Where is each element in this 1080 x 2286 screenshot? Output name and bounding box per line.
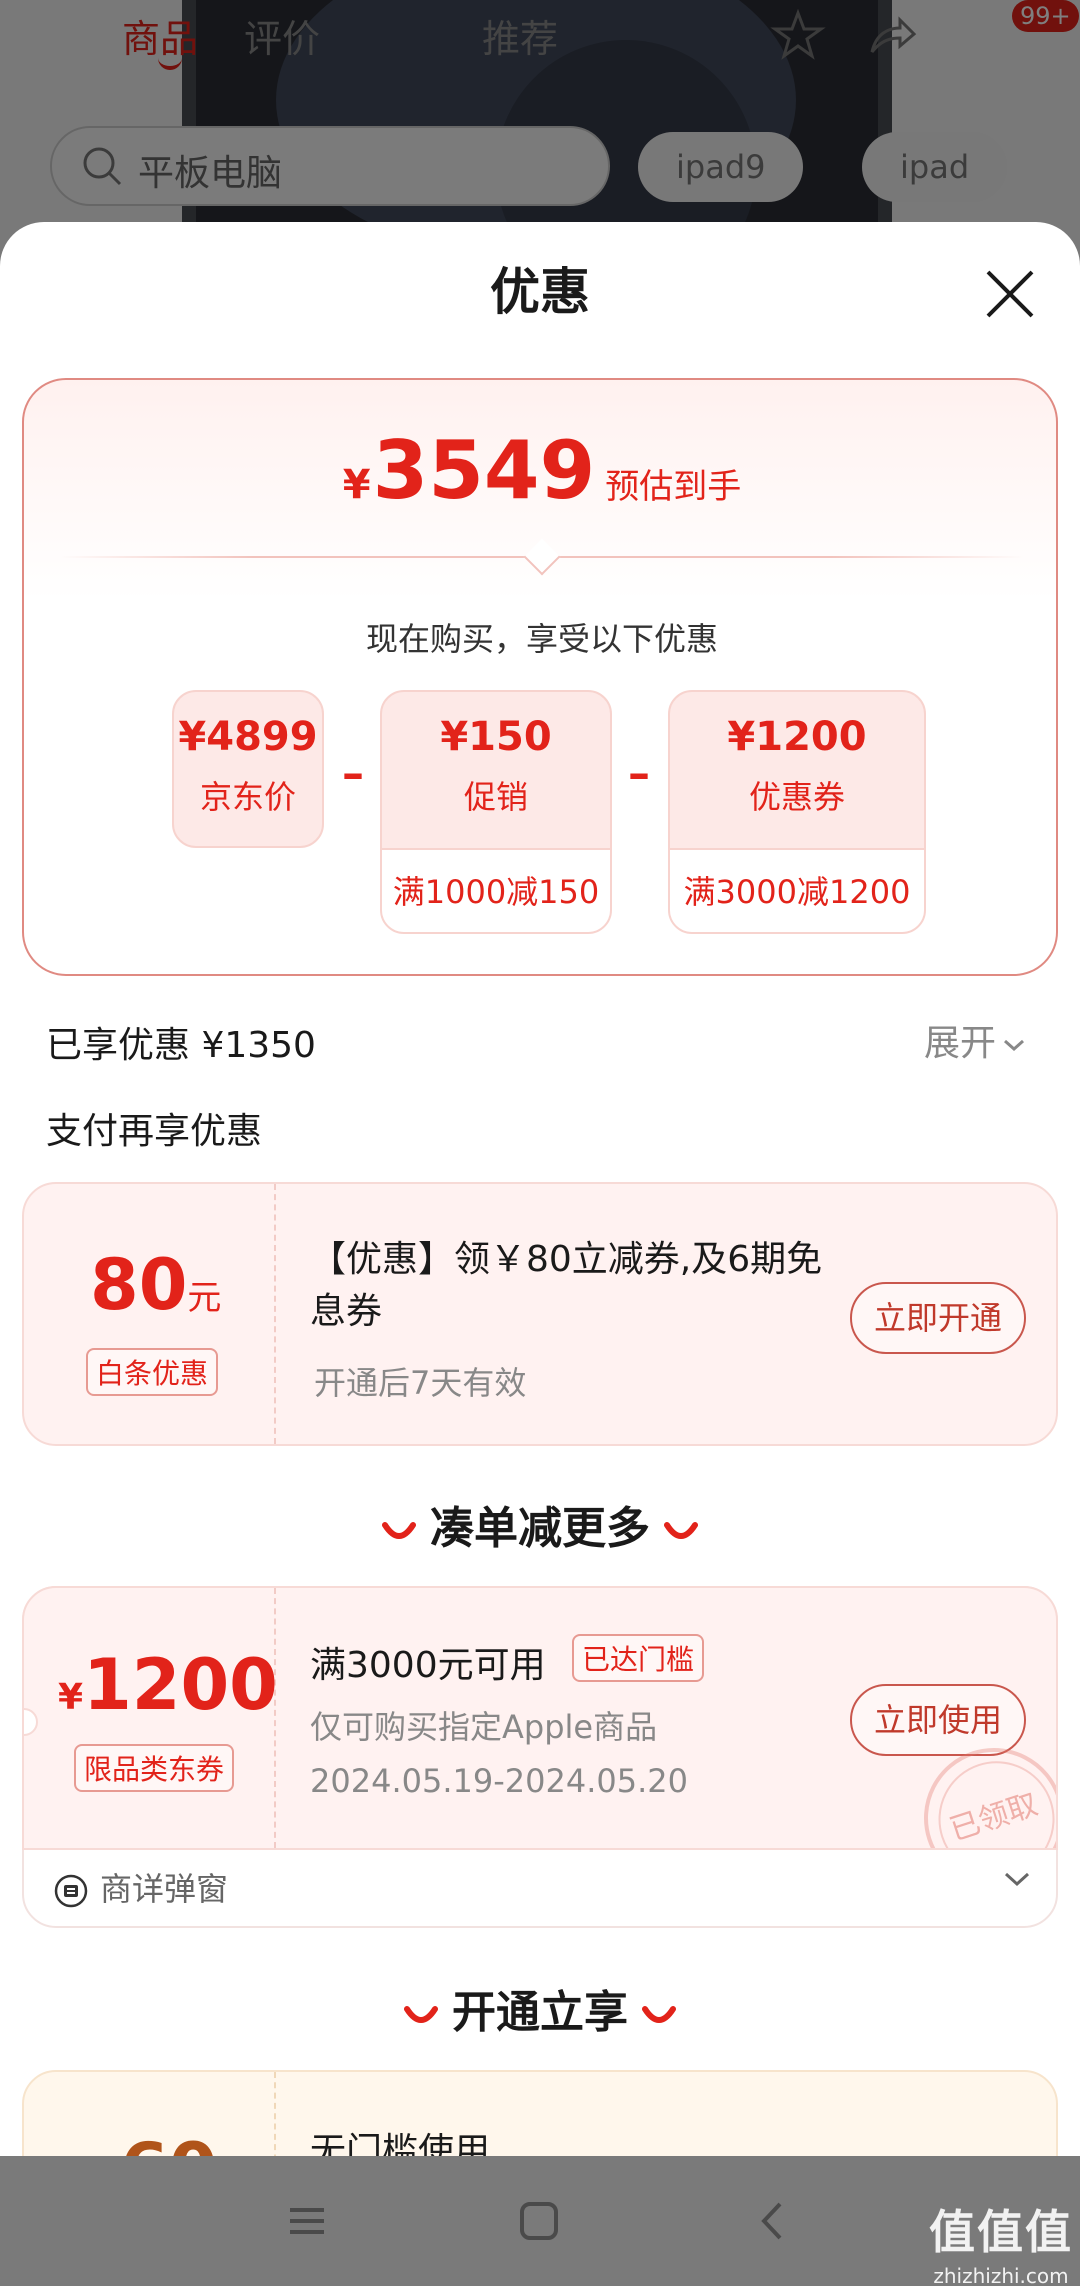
coupon-box: ¥1200 优惠券 满3000减1200	[668, 690, 926, 934]
activate-button[interactable]: 立即开通	[850, 1282, 1026, 1354]
watermark-url: zhizhizhi.com	[933, 2264, 1069, 2286]
section-header-open: 开通立享	[0, 1976, 1080, 2040]
smile-decoration-icon	[404, 2006, 438, 2023]
membership-coupon-card: 60 无门槛使用	[22, 2070, 1058, 2157]
coupon-value: ¥1200	[727, 714, 867, 760]
promotion-value: ¥150	[440, 714, 552, 760]
saved-amount: 已享优惠 ¥1350	[46, 1025, 316, 1066]
baitiao-amount-value: 80	[90, 1244, 188, 1326]
coupon-condition: 满3000减1200	[670, 848, 924, 932]
threshold-reached-badge: 已达门槛	[572, 1634, 705, 1682]
expand-label: 展开	[924, 1023, 997, 1064]
jd-price-box: ¥4899 京东价	[172, 690, 324, 848]
sheet-title: 优惠	[490, 263, 590, 321]
promotion-box: ¥150 促销 满1000减150	[380, 690, 612, 934]
expand-button[interactable]: 展开	[924, 1014, 1026, 1066]
section-title-more: 凑单减更多	[430, 1503, 650, 1554]
chevron-down-icon	[1004, 1039, 1025, 1052]
baitiao-amount: 80元	[90, 1244, 221, 1326]
price-summary-card: ¥3549 预估到手 现在购买，享受以下优惠 ¥4899 京东价 – ¥150 促…	[22, 378, 1058, 976]
jd-coupon-dates: 2024.05.19-2024.05.20	[310, 1762, 688, 1800]
coupon-source-icon	[54, 1874, 88, 1908]
minus-sign: –	[342, 748, 364, 799]
estimated-price-label: 预估到手	[605, 467, 742, 507]
promotion-label: 促销	[463, 778, 528, 816]
promotion-condition: 满1000减150	[382, 848, 610, 932]
membership-coupon-amount: 60	[120, 2128, 217, 2157]
close-icon[interactable]	[980, 264, 1040, 324]
menu-icon[interactable]	[282, 2196, 332, 2246]
baitiao-amount-unit: 元	[187, 1278, 222, 1318]
smile-decoration-icon	[382, 1522, 416, 1539]
coupon-source-row: 商详弹窗	[54, 1864, 228, 1910]
payment-offers-title: 支付再享优惠	[46, 1111, 263, 1152]
coupon-label: 优惠券	[748, 778, 845, 816]
jd-coupon-wrapper: ¥1200 限品类东券 满3000元可用 已达门槛 仅可购买指定Apple商品 …	[22, 1586, 1058, 1928]
jd-coupon-card: ¥1200 限品类东券 满3000元可用 已达门槛 仅可购买指定Apple商品 …	[22, 1586, 1058, 1850]
membership-coupon-title: 无门槛使用	[310, 2131, 491, 2157]
divider-notch	[523, 538, 561, 576]
jd-coupon-amount: ¥1200	[58, 1644, 278, 1726]
currency-symbol: ¥	[58, 1677, 84, 1718]
baitiao-coupon-card: 80元 白条优惠 【优惠】领￥80立减券,及6期免息券 开通后7天有效 立即开通	[22, 1182, 1058, 1446]
section-title-open: 开通立享	[452, 1987, 628, 2038]
home-icon[interactable]	[514, 2196, 564, 2246]
smile-decoration-icon	[642, 2006, 676, 2023]
baitiao-validity: 开通后7天有效	[314, 1364, 527, 1402]
watermark-logo: 值值值	[929, 2205, 1073, 2259]
back-icon[interactable]	[748, 2196, 798, 2246]
system-navigation-bar	[0, 2156, 1080, 2286]
jd-coupon-scope: 仅可购买指定Apple商品	[310, 1708, 658, 1746]
currency-symbol: ¥	[342, 462, 371, 508]
jd-price-value: ¥4899	[178, 714, 318, 760]
section-header-more: 凑单减更多	[0, 1492, 1080, 1556]
smile-decoration-icon	[664, 1522, 698, 1539]
jd-coupon-tag: 限品类东券	[74, 1744, 235, 1792]
chevron-down-icon[interactable]	[1002, 1870, 1032, 1890]
estimated-price: ¥3549 预估到手	[24, 424, 1060, 517]
watermark: 值值值 zhizhizhi.com	[926, 2196, 1076, 2286]
baitiao-title: 【优惠】领￥80立减券,及6期免息券	[310, 1239, 823, 1332]
jd-coupon-title: 满3000元可用	[310, 1645, 546, 1686]
breakdown-caption: 现在购买，享受以下优惠	[365, 620, 718, 658]
estimated-price-value: 3549	[372, 424, 596, 517]
coupon-source-label: 商详弹窗	[100, 1870, 229, 1908]
use-now-button[interactable]: 立即使用	[850, 1684, 1026, 1756]
baitiao-tag: 白条优惠	[86, 1348, 219, 1396]
jd-coupon-amount-value: 1200	[83, 1644, 278, 1726]
jd-price-label: 京东价	[199, 778, 296, 816]
minus-sign: –	[628, 748, 650, 799]
discount-sheet: 优惠 ¥3549 预估到手 现在购买，享受以下优惠 ¥4899 京东价 – ¥15…	[0, 222, 1080, 2157]
